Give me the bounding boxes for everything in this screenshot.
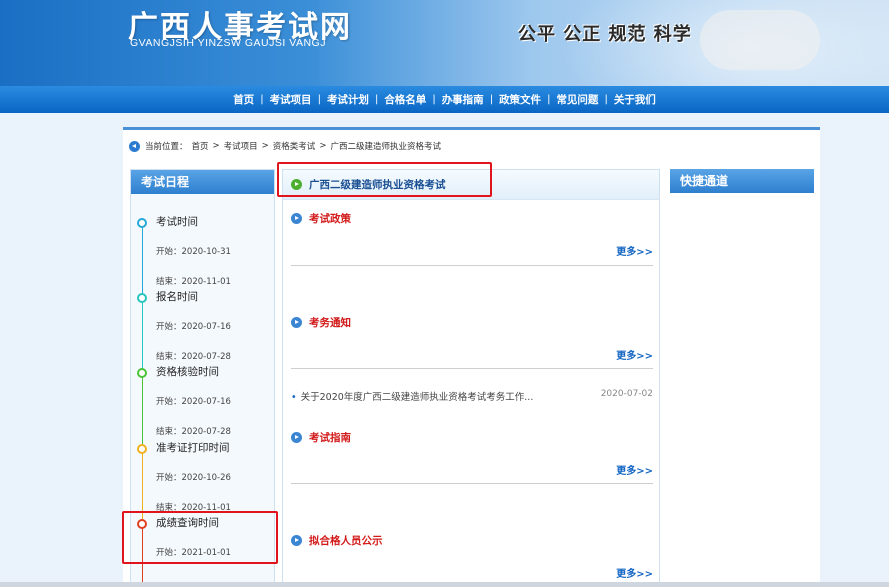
section-title[interactable]: 拟合格人员公示 xyxy=(309,533,383,548)
main-nav: 首页 | 考试项目 | 考试计划 | 合格名单 | 办事指南 | 政策文件 | … xyxy=(0,86,889,113)
exam-content-panel: 广西二级建造师执业资格考试 考试政策 更多>> 考务通知 更多>> • 关于202… xyxy=(282,169,660,587)
timeline-dot xyxy=(137,218,147,228)
timeline-dot xyxy=(137,444,147,454)
schedule-item-end: 结束：2020-07-28 xyxy=(156,352,231,362)
highlight-box-exam-title xyxy=(277,162,492,197)
nav-item-faq[interactable]: 常见问题 xyxy=(550,92,604,107)
more-link[interactable]: 更多>> xyxy=(616,243,653,258)
schedule-item-start: 开始：2020-10-31 xyxy=(156,247,231,257)
news-date: 2020-07-02 xyxy=(600,389,653,399)
breadcrumb-separator: > xyxy=(319,141,327,151)
arrow-circle-icon xyxy=(291,535,302,546)
more-link[interactable]: 更多>> xyxy=(616,565,653,580)
nav-item-home[interactable]: 首页 xyxy=(227,92,260,107)
arrow-circle-icon xyxy=(291,432,302,443)
breadcrumb-separator: > xyxy=(212,141,220,151)
schedule-item-end: 结束：2020-11-01 xyxy=(156,277,231,287)
breadcrumb-prefix: 当前位置： xyxy=(145,142,188,152)
breadcrumb-item-category[interactable]: 资格类考试 xyxy=(273,140,316,152)
news-title[interactable]: 关于2020年度广西二级建造师执业资格考试考务工作... xyxy=(301,392,534,403)
site-logo-subtitle: GVANGJSIH YINZSW GAUJSI VANGJ xyxy=(130,37,326,49)
divider xyxy=(291,368,653,369)
news-item[interactable]: • 关于2020年度广西二级建造师执业资格考试考务工作... 2020-07-02 xyxy=(291,389,653,403)
highlight-box-score-query xyxy=(122,511,278,564)
section-title[interactable]: 考务通知 xyxy=(309,315,351,330)
section-exam-policy: 考试政策 更多>> xyxy=(291,211,653,266)
schedule-item-end: 结束：2020-07-28 xyxy=(156,427,231,437)
timeline-dot xyxy=(137,293,147,303)
more-link[interactable]: 更多>> xyxy=(616,462,653,477)
nav-item-about[interactable]: 关于我们 xyxy=(608,92,662,107)
arrow-circle-icon xyxy=(291,213,302,224)
section-qualified-publicity: 拟合格人员公示 更多>> xyxy=(291,533,653,587)
more-link[interactable]: 更多>> xyxy=(616,347,653,362)
exam-schedule-heading: 考试日程 xyxy=(131,170,274,194)
breadcrumb-separator: > xyxy=(261,141,269,151)
nav-item-policy[interactable]: 政策文件 xyxy=(493,92,547,107)
schedule-item-title: 资格核验时间 xyxy=(156,366,219,378)
header-decoration-shape xyxy=(700,10,820,70)
breadcrumb-item-projects[interactable]: 考试项目 xyxy=(224,140,258,152)
bullet-icon: • xyxy=(291,392,297,403)
section-exam-guide: 考试指南 更多>> xyxy=(291,430,653,490)
schedule-item-start: 开始：2020-07-16 xyxy=(156,322,231,332)
arrow-circle-icon xyxy=(291,317,302,328)
divider xyxy=(291,483,653,484)
divider xyxy=(291,265,653,266)
nav-item-exam-plan[interactable]: 考试计划 xyxy=(321,92,375,107)
schedule-item-start: 开始：2020-10-26 xyxy=(156,473,231,483)
bottom-scroll-edge xyxy=(0,582,889,587)
location-arrow-icon xyxy=(129,140,140,152)
breadcrumb: 当前位置： 首页 > 考试项目 > 资格类考试 > 广西二级建造师执业资格考试 xyxy=(129,140,445,152)
section-exam-notices: 考务通知 更多>> • 关于2020年度广西二级建造师执业资格考试考务工作... … xyxy=(291,315,653,415)
schedule-item-title: 考试时间 xyxy=(156,216,198,228)
quick-channel-panel: 快捷通道 xyxy=(670,169,814,199)
schedule-item-title: 报名时间 xyxy=(156,291,198,303)
timeline-dot xyxy=(137,368,147,378)
site-header: 广西人事考试网 GVANGJSIH YINZSW GAUJSI VANGJ 公平… xyxy=(0,0,889,86)
nav-item-exam-projects[interactable]: 考试项目 xyxy=(264,92,318,107)
section-title[interactable]: 考试指南 xyxy=(309,430,351,445)
section-title[interactable]: 考试政策 xyxy=(309,211,351,226)
schedule-item-title: 准考证打印时间 xyxy=(156,442,230,454)
nav-item-qualified-list[interactable]: 合格名单 xyxy=(378,92,432,107)
schedule-item-start: 开始：2020-07-16 xyxy=(156,397,231,407)
breadcrumb-item-current: 广西二级建造师执业资格考试 xyxy=(330,142,441,152)
quick-channel-heading: 快捷通道 xyxy=(670,169,814,193)
breadcrumb-item-home[interactable]: 首页 xyxy=(192,140,209,152)
nav-item-guide[interactable]: 办事指南 xyxy=(436,92,490,107)
header-slogan: 公平 公正 规范 科学 xyxy=(518,24,692,45)
